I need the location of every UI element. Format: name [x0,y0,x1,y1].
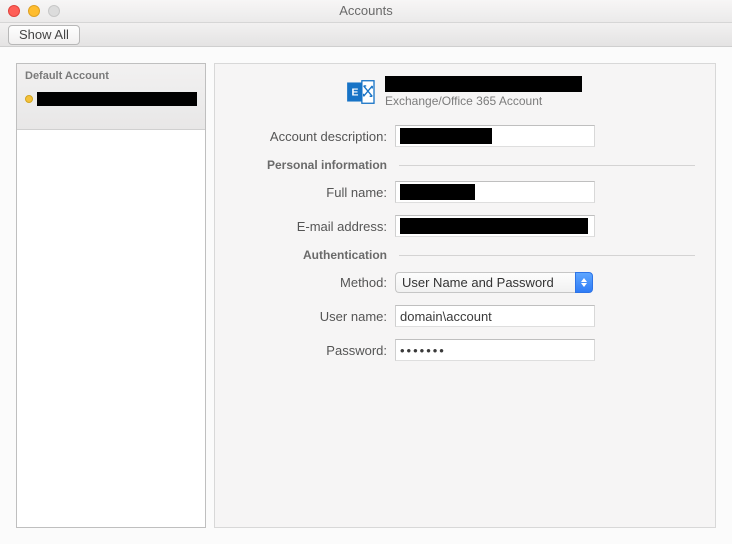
account-email-redacted [37,92,197,106]
client-area: Default Account E Exchange/Office 365 Ac… [0,47,732,544]
method-select-value: User Name and Password [395,272,575,293]
method-select[interactable]: User Name and Password [395,272,593,293]
label-password: Password: [235,343,395,358]
username-field[interactable]: domain\account [395,305,595,327]
titlebar: Accounts [0,0,732,23]
full-name-redacted [400,184,475,200]
account-detail-panel: E Exchange/Office 365 Account Account de… [214,63,716,528]
account-header: E Exchange/Office 365 Account [235,76,695,108]
exchange-icon: E [347,79,375,105]
sidebar-item-label: Default Account [25,70,197,82]
show-all-button[interactable]: Show All [8,25,80,45]
label-method: Method: [235,275,395,290]
password-value: ••••••• [400,343,446,358]
divider [399,165,695,166]
username-value: domain\account [400,309,492,324]
toolbar: Show All [0,23,732,47]
label-username: User name: [235,309,395,324]
label-email: E-mail address: [235,219,395,234]
label-full-name: Full name: [235,185,395,200]
window-title: Accounts [0,3,732,18]
password-field[interactable]: ••••••• [395,339,595,361]
account-description-field[interactable] [395,125,595,147]
account-name-redacted [385,76,582,92]
accounts-sidebar: Default Account [16,63,206,528]
dropdown-arrows-icon [575,272,593,293]
status-indicator-icon [25,95,33,103]
label-account-description: Account description: [235,129,395,144]
svg-text:E: E [351,87,358,98]
account-description-redacted [400,128,492,144]
section-personal-info: Personal information [235,158,395,172]
full-name-field[interactable] [395,181,595,203]
divider [399,255,695,256]
account-type-label: Exchange/Office 365 Account [385,94,582,108]
email-field[interactable] [395,215,595,237]
sidebar-item-default-account[interactable]: Default Account [17,64,205,130]
email-redacted [400,218,588,234]
section-authentication: Authentication [235,248,395,262]
